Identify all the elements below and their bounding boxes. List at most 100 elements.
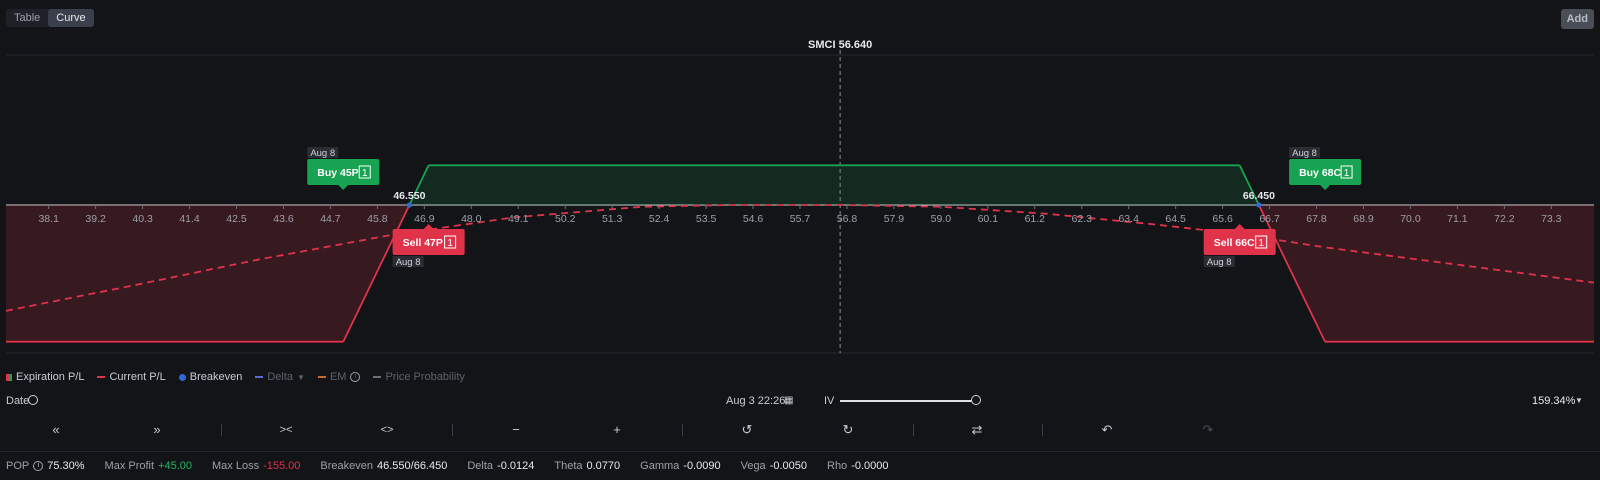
leg-buy-68c[interactable]: Buy 68C 1 Aug 8 (1289, 147, 1362, 190)
legend-expiration[interactable]: Expiration P/L (6, 371, 84, 383)
x-tick-label: 44.7 (320, 213, 341, 225)
gamma-label: Gamma (640, 460, 680, 472)
x-tick-label: 66.7 (1259, 213, 1280, 225)
x-tick-label: 55.7 (790, 213, 811, 225)
iv-slider-track[interactable] (840, 400, 978, 402)
minus-icon[interactable]: − (504, 420, 528, 440)
loss-area (6, 205, 410, 342)
theta-label: Theta (554, 460, 583, 472)
iv-value[interactable]: 159.34% (1532, 391, 1575, 411)
x-tick-label: 67.8 (1306, 213, 1327, 225)
x-tick-label: 52.4 (649, 213, 670, 225)
swap-icon[interactable]: ⇄ (965, 420, 989, 440)
x-tick-label: 49.1 (508, 213, 529, 225)
x-tick-label: 61.2 (1025, 213, 1046, 225)
x-tick-label: 50.2 (555, 213, 576, 225)
date-value: Aug 3 22:26 (726, 395, 786, 407)
double-chevron-left-icon[interactable]: « (44, 420, 68, 440)
iv-slider-handle[interactable] (971, 395, 981, 405)
table-tab[interactable]: Table (6, 9, 48, 27)
leg-qty: 1 (447, 238, 453, 249)
gamma-value: -0.0090 (683, 460, 721, 472)
chevron-down-icon: ▼ (297, 372, 305, 382)
leg-date: Aug 8 (310, 148, 335, 159)
x-tick-label: 59.0 (931, 213, 952, 225)
leg-label: Sell 47P (403, 237, 443, 249)
profit-area (409, 165, 1259, 205)
x-tick-label: 72.2 (1494, 213, 1515, 225)
stat-gamma: Gamma -0.0090 (640, 460, 720, 472)
legend-em-label: EM (329, 371, 347, 383)
stat-rho: Rho -0.0000 (827, 460, 889, 472)
leg-qty: 1 (362, 168, 368, 179)
collapse-icon[interactable]: >< (274, 420, 298, 440)
payoff-chart: SMCI 56.640 38.1 39.2 40.3 41.4 42.5 43.6 44.7… (5, 39, 1595, 354)
chart-legend: Expiration P/L Current P/L Breakeven Del… (6, 371, 465, 383)
x-tick-label: 45.8 (367, 213, 388, 225)
stat-max-profit: Max Profit +45.00 (105, 460, 192, 472)
calendar-icon[interactable]: ▦ (784, 391, 793, 411)
divider (221, 424, 222, 436)
x-tick-label: 41.4 (179, 213, 200, 225)
legend-expiration-label: Expiration P/L (16, 371, 85, 383)
max-loss-value: -155.00 (263, 460, 301, 472)
date-iv-controls: Date Aug 3 22:26 ▦ IV 159.34% ▼ (0, 391, 1600, 411)
double-chevron-right-icon[interactable]: » (145, 420, 169, 440)
legend-breakeven[interactable]: Breakeven (178, 371, 242, 383)
pop-label: POP (6, 460, 30, 472)
x-tick-label: 60.1 (978, 213, 999, 225)
leg-label: Buy 45P (317, 167, 358, 179)
em-swatch (317, 376, 326, 378)
stat-pop: POP i 75.30% (6, 460, 85, 472)
chart-toolbar: « » >< <> − + ↺ ↻ ⇄ ↶ ↷ (0, 420, 1600, 440)
x-tick-label: 48.0 (461, 213, 482, 225)
iv-label: IV (824, 395, 835, 407)
view-toggle: Table Curve (6, 9, 94, 27)
breakeven-label: 46.550 (393, 190, 425, 202)
breakeven-dot (1256, 202, 1262, 208)
history-back-icon[interactable]: ↺ (735, 420, 759, 440)
breakeven-label: 66.450 (1243, 190, 1275, 202)
expand-icon[interactable]: <> (375, 420, 399, 440)
delta-value: -0.0124 (497, 460, 535, 472)
info-icon[interactable]: i (33, 461, 44, 471)
x-tick-label: 71.1 (1447, 213, 1468, 225)
x-tick-label: 63.4 (1118, 213, 1139, 225)
breakeven-value: 46.550/66.450 (377, 460, 448, 472)
theta-value: 0.0770 (586, 460, 621, 472)
leg-buy-45p[interactable]: Buy 45P 1 Aug 8 (307, 147, 380, 190)
x-tick-label: 39.2 (85, 213, 106, 225)
x-tick-label: 43.6 (273, 213, 294, 225)
leg-qty: 1 (1258, 238, 1264, 249)
leg-sell-66c[interactable]: Sell 66C 1 Aug 8 (1203, 224, 1276, 268)
divider (1042, 424, 1043, 436)
legend-em[interactable]: EM i (317, 371, 361, 383)
legend-probability[interactable]: Price Probability (373, 371, 465, 383)
leg-sell-47p[interactable]: Sell 47P 1 Aug 8 (392, 224, 465, 268)
max-profit-value: +45.00 (158, 460, 193, 472)
x-tick-label: 54.6 (743, 213, 764, 225)
x-tick-label: 64.5 (1165, 213, 1186, 225)
stat-vega: Vega -0.0050 (741, 460, 807, 472)
breakeven-swatch (178, 373, 186, 381)
strategy-stats: POP i 75.30% Max Profit +45.00 Max Loss … (0, 451, 1600, 480)
curve-tab[interactable]: Curve (48, 9, 94, 27)
date-slider-handle[interactable] (28, 395, 38, 405)
leg-pointer (338, 185, 349, 190)
leg-label: Sell 66C (1214, 237, 1255, 249)
redo-icon[interactable]: ↷ (1196, 420, 1220, 440)
legend-delta[interactable]: Delta ▼ (255, 371, 305, 383)
stat-theta: Theta 0.0770 (554, 460, 620, 472)
plus-icon[interactable]: + (605, 420, 629, 440)
legend-current[interactable]: Current P/L (97, 371, 166, 383)
rho-value: -0.0000 (851, 460, 889, 472)
rho-label: Rho (827, 460, 848, 472)
info-icon[interactable]: i (350, 372, 361, 382)
divider (913, 424, 914, 436)
undo-icon[interactable]: ↶ (1095, 420, 1119, 440)
chevron-down-icon[interactable]: ▼ (1575, 391, 1583, 411)
leg-date: Aug 8 (396, 257, 421, 268)
add-button[interactable]: Add (1560, 9, 1594, 29)
stat-breakeven: Breakeven 46.550/66.450 (320, 460, 447, 472)
history-forward-icon[interactable]: ↻ (836, 420, 860, 440)
